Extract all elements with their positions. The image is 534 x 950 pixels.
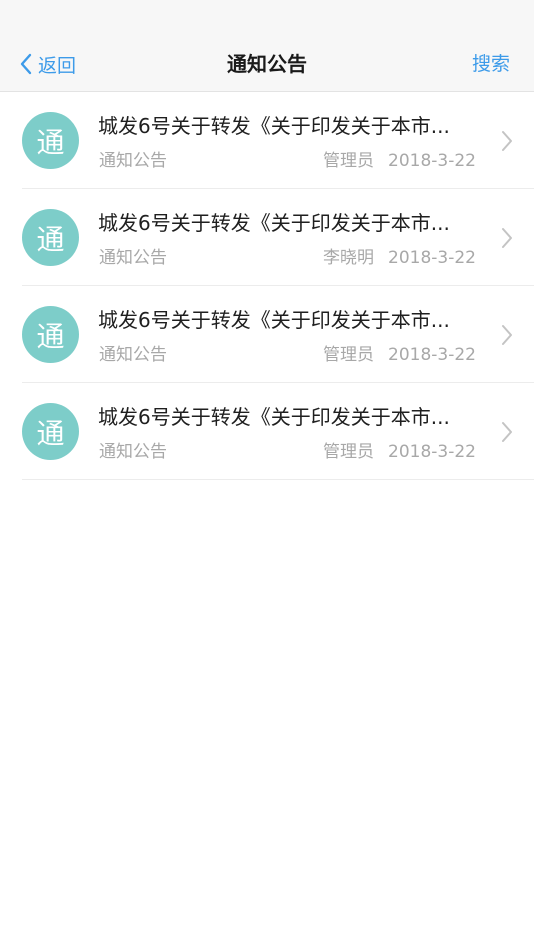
item-category: 通知公告 — [99, 345, 167, 365]
item-author: 李晓明 — [323, 248, 375, 268]
avatar: 通 — [22, 112, 79, 169]
page-title: 通知公告 — [227, 52, 307, 76]
avatar: 通 — [22, 209, 79, 266]
item-date: 2018-3-22 — [388, 442, 476, 462]
notice-list: 通 城发6号关于转发《关于印发关于本市... 通知公告 管理员 2018-3-22… — [0, 92, 534, 480]
item-author: 管理员 — [323, 442, 375, 462]
item-title: 城发6号关于转发《关于印发关于本市... — [98, 114, 450, 138]
list-item[interactable]: 通 城发6号关于转发《关于印发关于本市... 通知公告 管理员 2018-3-22 — [22, 286, 534, 383]
status-bar — [0, 0, 534, 36]
item-author: 管理员 — [323, 151, 375, 171]
item-meta: 李晓明 2018-3-22 — [323, 246, 476, 270]
item-title: 城发6号关于转发《关于印发关于本市... — [98, 405, 450, 429]
avatar: 通 — [22, 306, 79, 363]
list-item[interactable]: 通 城发6号关于转发《关于印发关于本市... 通知公告 管理员 2018-3-22 — [22, 383, 534, 480]
nav-bar: 返回 通知公告 搜索 — [0, 36, 534, 92]
item-title: 城发6号关于转发《关于印发关于本市... — [98, 308, 450, 332]
item-meta: 管理员 2018-3-22 — [323, 343, 476, 367]
list-item[interactable]: 通 城发6号关于转发《关于印发关于本市... 通知公告 李晓明 2018-3-22 — [22, 189, 534, 286]
avatar: 通 — [22, 403, 79, 460]
item-meta: 管理员 2018-3-22 — [323, 440, 476, 464]
item-meta: 管理员 2018-3-22 — [323, 149, 476, 173]
item-category: 通知公告 — [99, 442, 167, 462]
item-date: 2018-3-22 — [388, 151, 476, 171]
chevron-right-icon — [502, 131, 512, 151]
item-date: 2018-3-22 — [388, 248, 476, 268]
search-button[interactable]: 搜索 — [472, 50, 510, 78]
chevron-right-icon — [502, 422, 512, 442]
list-item[interactable]: 通 城发6号关于转发《关于印发关于本市... 通知公告 管理员 2018-3-22 — [22, 92, 534, 189]
item-date: 2018-3-22 — [388, 345, 476, 365]
item-author: 管理员 — [323, 345, 375, 365]
item-title: 城发6号关于转发《关于印发关于本市... — [98, 211, 450, 235]
item-category: 通知公告 — [99, 248, 167, 268]
chevron-right-icon — [502, 325, 512, 345]
chevron-right-icon — [502, 228, 512, 248]
item-category: 通知公告 — [99, 151, 167, 171]
